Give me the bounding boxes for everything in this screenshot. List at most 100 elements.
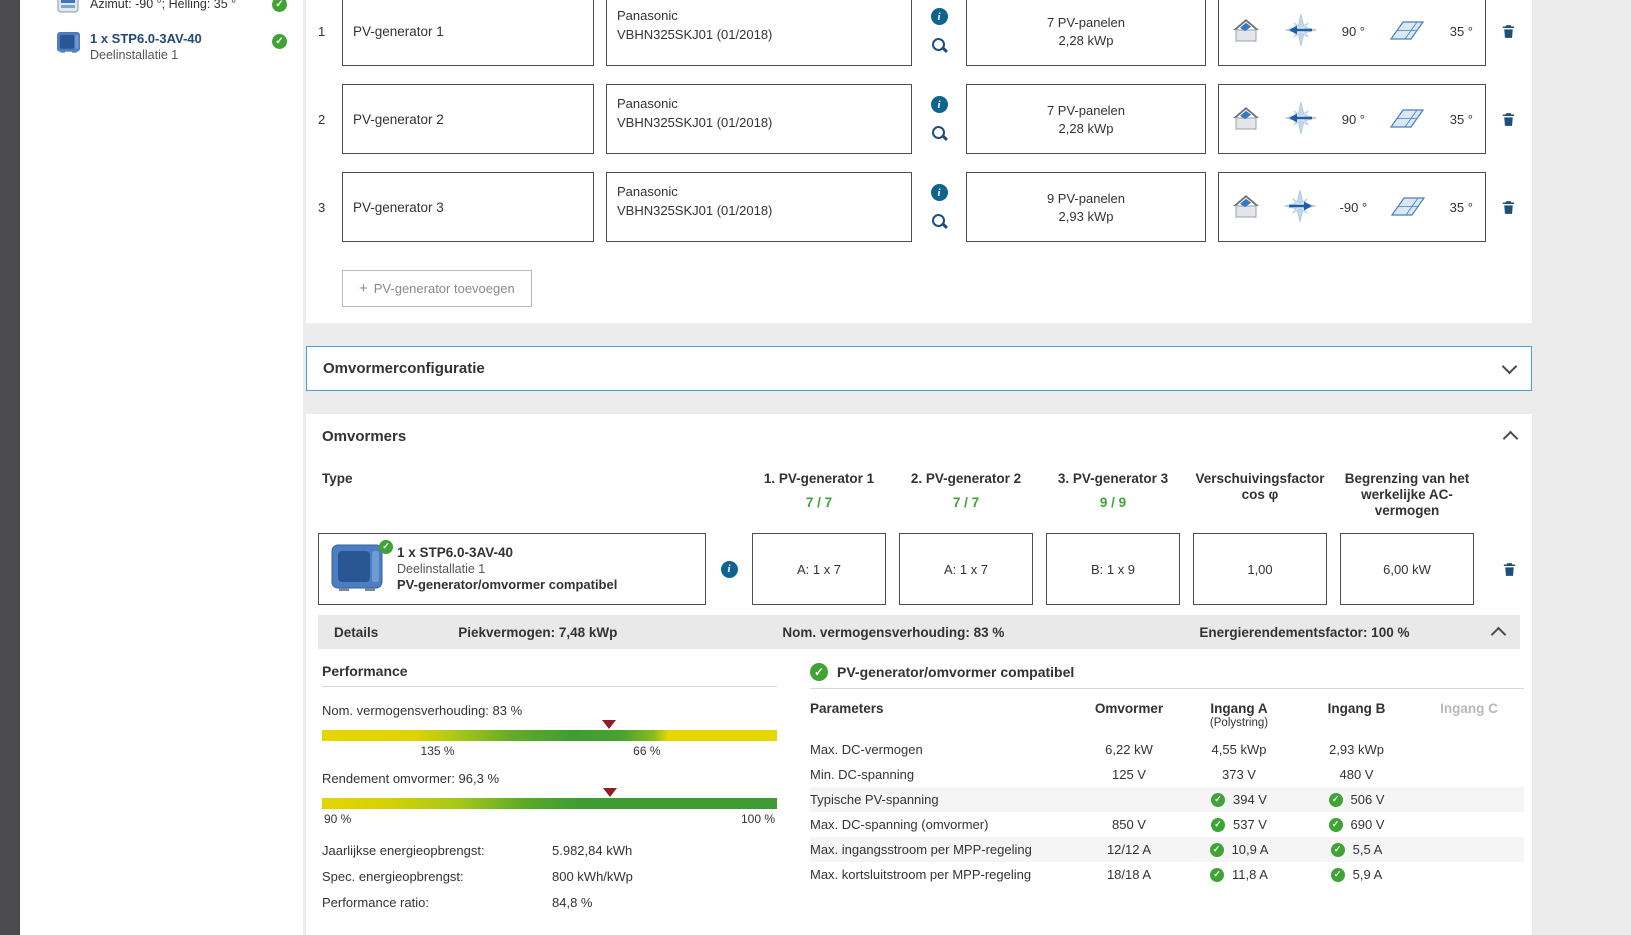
parameter-row: Max. kortsluitstroom per MPP-regeling 18… [810, 862, 1524, 887]
compass-icon [1284, 189, 1317, 225]
performance-section: Performance Nom. vermogensverhouding: 83… [322, 663, 777, 910]
inverter-icon [56, 31, 82, 57]
info-icon[interactable] [930, 184, 948, 201]
tilt-value: 35 ° [1449, 23, 1473, 39]
performance-stats: Jaarlijkse energieopbrengst: 5.982,84 kW… [322, 843, 777, 910]
check-icon [1209, 842, 1224, 857]
check-icon [810, 663, 828, 681]
info-icon[interactable] [930, 96, 948, 113]
gen2-string-count: 7 / 7 [952, 495, 980, 510]
search-module-icon[interactable] [931, 213, 948, 230]
module-select-field[interactable]: Panasonic VBHN325SKJ01 (01/2018) [606, 0, 912, 66]
inverters-section-header[interactable]: Omvormers [318, 428, 1520, 447]
generator-name-input[interactable] [342, 0, 594, 66]
gen2-string-config[interactable]: A: 1 x 7 [899, 533, 1033, 605]
module-model: VBHN325SKJ01 (01/2018) [617, 27, 773, 42]
ac-limit-value[interactable]: 6,00 kW [1340, 533, 1474, 605]
chevron-up-icon[interactable] [1502, 430, 1519, 447]
inverter-row: 1 x STP6.0-3AV-40 Deelinstallatie 1 PV-g… [318, 533, 1520, 605]
column-ac-limit: Begrenzing van het werkelijke AC-vermoge… [1344, 471, 1470, 518]
cos-phi-value[interactable]: 1,00 [1193, 533, 1327, 605]
gauge-tick: 66 % [633, 744, 661, 758]
module-select-field[interactable]: Panasonic VBHN325SKJ01 (01/2018) [606, 84, 912, 154]
orientation-field[interactable]: 90 ° 35 ° [1218, 84, 1486, 154]
check-icon [1328, 792, 1343, 807]
gen1-string-config[interactable]: A: 1 x 7 [752, 533, 886, 605]
col-input-b: Ingang B [1327, 701, 1386, 716]
parameter-row: Min. DC-spanning 125 V 373 V 480 V [810, 767, 1374, 782]
panel-count-field[interactable]: 7 PV-panelen 2,28 kWp [966, 84, 1206, 154]
gen3-string-config[interactable]: B: 1 x 9 [1046, 533, 1180, 605]
sidebar-azimuth-label: Azimut: -90 °; Helling: 35 ° [90, 0, 237, 11]
gen3-string-count: 9 / 9 [1099, 495, 1127, 510]
info-icon[interactable] [930, 8, 948, 25]
parameter-row: Typische PV-spanning 394 V 506 V [810, 787, 1524, 812]
parameters-table: Parameters Omvormer Ingang A (Polystring… [810, 701, 1524, 887]
details-toggle-bar[interactable]: Details Piekvermogen: 7,48 kWp Nom. verm… [318, 615, 1520, 649]
tilt-value: 35 ° [1449, 111, 1473, 127]
delete-generator-button[interactable] [1500, 22, 1517, 41]
module-model: VBHN325SKJ01 (01/2018) [617, 203, 773, 218]
chevron-up-icon[interactable] [1490, 626, 1507, 642]
row-index: 3 [318, 199, 326, 215]
panel-count-field[interactable]: 7 PV-panelen 2,28 kWp [966, 0, 1206, 66]
module-model: VBHN325SKJ01 (01/2018) [617, 115, 773, 130]
details-body: Performance Nom. vermogensverhouding: 83… [318, 649, 1524, 910]
stat-value: 800 kWh/kWp [552, 869, 633, 884]
inverter-config-section-header[interactable]: Omvormerconfiguratie [306, 346, 1532, 391]
module-brand: Panasonic [617, 8, 678, 23]
gauge-marker [602, 788, 617, 797]
section-title: Omvormerconfiguratie [323, 360, 485, 377]
delete-generator-button[interactable] [1500, 110, 1517, 129]
sidebar-item-azimuth[interactable]: Azimut: -90 °; Helling: 35 ° [20, 0, 303, 25]
inverter-table-header: Type 1. PV-generator 1 7 / 7 2. PV-gener… [318, 471, 1520, 519]
search-module-icon[interactable] [931, 37, 948, 54]
add-generator-button[interactable]: PV-generator toevoegen [342, 270, 532, 307]
collapsed-nav-strip [0, 0, 20, 935]
search-module-icon[interactable] [931, 125, 948, 142]
col-input-a-sub: (Polystring) [1209, 717, 1269, 729]
delete-inverter-button[interactable] [1501, 560, 1518, 579]
inverter-status: PV-generator/omvormer compatibel [397, 577, 618, 592]
inverter-efficiency-gauge: Rendement omvormer: 96,3 % 90 % 100 % [322, 771, 777, 826]
gauge-tick: 135 % [420, 744, 455, 758]
parameter-row: Max. ingangsstroom per MPP-regeling 12/1… [810, 837, 1524, 862]
orientation-field[interactable]: 90 ° 35 ° [1218, 0, 1486, 66]
check-icon [272, 34, 287, 49]
module-brand: Panasonic [617, 96, 678, 111]
info-icon[interactable] [720, 560, 738, 578]
panel-power: 2,28 kWp [1058, 32, 1114, 48]
module-select-field[interactable]: Panasonic VBHN325SKJ01 (01/2018) [606, 172, 912, 242]
energy-efficiency-factor: Energierendementsfactor: 100 % [1199, 624, 1410, 640]
check-icon [1330, 867, 1345, 882]
col-input-a: Ingang A (Polystring) [1179, 701, 1299, 731]
col-input-c: Ingang C [1440, 701, 1498, 716]
main-content: 1 Panasonic VBHN325SKJ01 (01/2018) 7 PV-… [303, 0, 1631, 935]
orientation-field[interactable]: -90 ° 35 ° [1218, 172, 1486, 242]
nominal-ratio-gauge: Nom. vermogensverhouding: 83 % 135 % 66 … [322, 703, 777, 758]
azimuth-value: 90 ° [1341, 111, 1365, 127]
compass-icon [1285, 13, 1318, 49]
section-title: Omvormers [322, 428, 407, 445]
column-gen2: 2. PV-generator 2 7 / 7 [899, 471, 1033, 510]
pv-generator-row: 1 Panasonic VBHN325SKJ01 (01/2018) 7 PV-… [318, 0, 1520, 66]
generator-name-input[interactable] [342, 172, 594, 242]
inverters-panel: Omvormers Type 1. PV-generator 1 7 / 7 2… [306, 414, 1532, 935]
chevron-down-icon[interactable] [1501, 358, 1518, 375]
panel-count-field[interactable]: 9 PV-panelen 2,93 kWp [966, 172, 1206, 242]
inverter-select-field[interactable]: 1 x STP6.0-3AV-40 Deelinstallatie 1 PV-g… [318, 533, 706, 605]
gen1-string-count: 7 / 7 [805, 495, 833, 510]
col-inverter: Omvormer [1094, 701, 1164, 716]
row-index: 2 [318, 111, 326, 127]
gauge-track: 90 % 100 % [322, 788, 777, 826]
generator-name-input[interactable] [342, 84, 594, 154]
peak-power: Piekvermogen: 7,48 kWp [458, 624, 618, 640]
delete-generator-button[interactable] [1500, 198, 1517, 217]
house-icon [1231, 17, 1261, 46]
row-index: 1 [318, 23, 326, 39]
module-brand: Panasonic [617, 184, 678, 199]
sidebar-inverter-title: 1 x STP6.0-3AV-40 [90, 31, 202, 46]
panel-count: 9 PV-panelen [1046, 190, 1126, 206]
sidebar-item-inverter[interactable]: 1 x STP6.0-3AV-40 Deelinstallatie 1 [20, 25, 303, 69]
check-icon [1330, 842, 1345, 857]
